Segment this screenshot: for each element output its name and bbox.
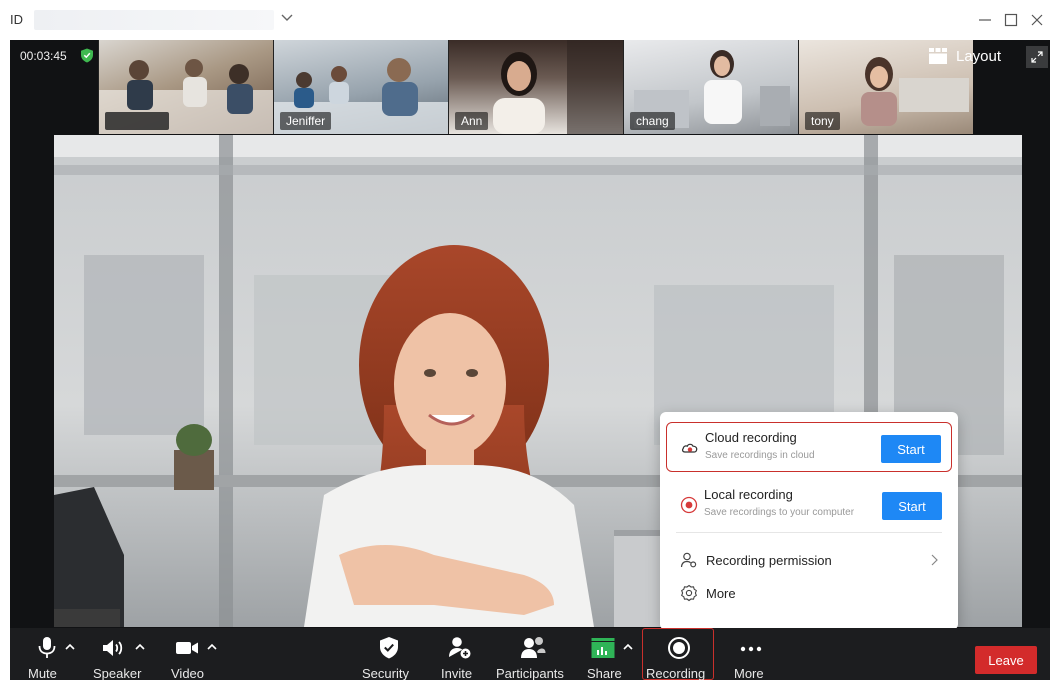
more-label: More <box>734 666 764 680</box>
meeting-toolbar: Mute Speaker Video Security Invite Parti… <box>10 628 1050 680</box>
participant-name-tag: Ann <box>455 112 489 130</box>
video-options-caret-icon[interactable] <box>206 642 218 652</box>
share-label: Share <box>587 666 622 680</box>
participants-button[interactable]: Participants <box>494 628 574 680</box>
speaker-label: Speaker <box>93 666 142 680</box>
maximize-button[interactable] <box>1000 10 1022 30</box>
layout-button-label: Layout <box>956 47 1002 65</box>
close-icon <box>1031 14 1043 26</box>
local-record-icon <box>680 496 698 514</box>
popup-divider <box>676 532 942 533</box>
participants-icon <box>521 637 546 658</box>
user-permission-icon <box>680 552 697 568</box>
cloud-recording-subtitle: Save recordings in cloud <box>705 450 815 461</box>
video-camera-icon <box>176 642 198 654</box>
participant-name-tag: chang <box>630 112 675 130</box>
meeting-timer: 00:03:45 <box>20 49 67 63</box>
local-recording-start-button[interactable]: Start <box>882 492 942 520</box>
participants-label: Participants <box>496 666 564 680</box>
share-button[interactable]: Share <box>584 628 624 680</box>
more-dots-icon <box>740 646 762 652</box>
recording-button[interactable]: Recording <box>644 628 714 680</box>
speaker-options-caret-icon[interactable] <box>134 642 146 652</box>
video-button[interactable]: Video <box>168 628 212 680</box>
mute-label: Mute <box>28 666 57 680</box>
share-screen-icon <box>591 638 615 658</box>
participant-thumbnail-strip: Jeniffer Ann chang tony <box>98 40 973 134</box>
expand-icon <box>1031 51 1043 63</box>
local-recording-subtitle: Save recordings to your computer <box>704 507 855 518</box>
fullscreen-button[interactable] <box>1026 46 1048 68</box>
security-label: Security <box>362 666 409 680</box>
video-label: Video <box>171 666 205 680</box>
participant-thumbnail[interactable]: chang <box>623 40 798 134</box>
close-button[interactable] <box>1026 10 1048 30</box>
chevron-right-icon <box>931 554 938 566</box>
cloud-recording-start-button[interactable]: Start <box>881 435 941 463</box>
gear-icon <box>681 584 697 602</box>
title-bar: ID <box>0 0 1050 40</box>
microphone-icon <box>38 637 56 658</box>
record-icon <box>668 637 690 659</box>
speaker-name-tag-blank <box>54 609 120 627</box>
chevron-down-icon[interactable] <box>280 11 294 25</box>
participant-name-tag-blank <box>105 112 169 130</box>
participant-thumbnail[interactable]: Jeniffer <box>273 40 448 134</box>
participant-thumbnail[interactable] <box>98 40 273 134</box>
invite-label: Invite <box>441 666 473 680</box>
layout-button[interactable]: Layout <box>928 45 1001 67</box>
security-shield-icon <box>380 637 398 659</box>
cloud-record-icon <box>681 443 698 453</box>
minimize-icon <box>979 19 991 21</box>
speaker-button[interactable]: Speaker <box>90 628 152 680</box>
recording-permission-item[interactable]: Recording permission <box>680 549 942 571</box>
local-recording-option[interactable]: Local recording Save recordings to your … <box>666 480 952 530</box>
meeting-id-value-blurred <box>34 10 274 30</box>
cloud-recording-option[interactable]: Cloud recording Save recordings in cloud… <box>666 422 952 472</box>
cloud-recording-title: Cloud recording <box>705 430 797 445</box>
recording-permission-label: Recording permission <box>706 552 832 568</box>
encryption-shield-icon[interactable] <box>80 48 94 63</box>
invite-button[interactable]: Invite <box>438 628 482 680</box>
security-button[interactable]: Security <box>362 628 416 680</box>
mute-button[interactable]: Mute <box>24 628 68 680</box>
recording-options-popup: Cloud recording Save recordings in cloud… <box>660 412 958 630</box>
leave-meeting-button[interactable]: Leave <box>975 646 1037 674</box>
participant-name-tag: tony <box>805 112 840 130</box>
share-options-caret-icon[interactable] <box>622 642 634 652</box>
recording-label: Recording <box>646 666 706 680</box>
speaker-icon <box>103 640 123 656</box>
add-user-icon <box>449 637 471 659</box>
more-button[interactable]: More <box>730 628 774 680</box>
meeting-window: ID 00:03:45 Jeniffer Ann chang tony Layo… <box>0 0 1050 680</box>
participant-name-tag: Jeniffer <box>280 112 332 130</box>
recording-more-item[interactable]: More <box>680 582 942 604</box>
recording-more-label: More <box>706 585 736 601</box>
participant-thumbnail[interactable]: Ann <box>448 40 623 134</box>
minimize-button[interactable] <box>974 10 996 30</box>
maximize-icon <box>1004 13 1018 27</box>
layout-grid-icon <box>929 48 947 64</box>
local-recording-title: Local recording <box>704 487 793 502</box>
audio-options-caret-icon[interactable] <box>64 642 76 652</box>
meeting-id-label: ID <box>10 12 23 27</box>
